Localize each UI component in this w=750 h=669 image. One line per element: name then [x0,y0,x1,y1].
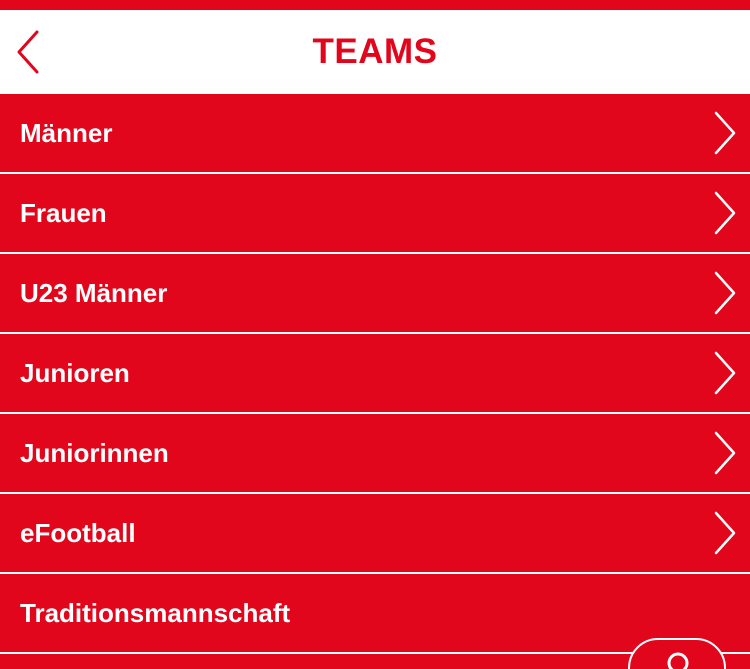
teams-screen: TEAMS Männer Frauen U23 Männer Junioren [0,0,750,669]
chevron-right-icon [714,271,736,315]
team-item-frauen[interactable]: Frauen [0,174,750,254]
team-item-label: Frauen [20,197,107,228]
chevron-right-icon [714,431,736,475]
page-title: TEAMS [312,32,438,71]
team-item-label: Traditionsmannschaft [20,597,291,628]
search-icon [667,652,689,669]
team-item-label: U23 Männer [20,277,168,308]
header-bar: TEAMS [0,10,750,94]
team-item-traditionsmannschaft[interactable]: Traditionsmannschaft [0,574,750,654]
chevron-left-icon [17,30,39,74]
team-item-label: Männer [20,117,113,148]
chevron-right-icon [714,511,736,555]
chevron-right-icon [714,191,736,235]
team-item-junioren[interactable]: Junioren [0,334,750,414]
chevron-right-icon [714,351,736,395]
team-item-label: Junioren [20,357,130,388]
team-item-juniorinnen[interactable]: Juniorinnen [0,414,750,494]
search-button[interactable] [628,638,726,669]
team-item-efootball[interactable]: eFootball [0,494,750,574]
chevron-right-icon [714,111,736,155]
back-button[interactable] [8,24,48,80]
team-item-maenner[interactable]: Männer [0,94,750,174]
team-item-u23-maenner[interactable]: U23 Männer [0,254,750,334]
team-list: Männer Frauen U23 Männer Junioren Junior… [0,94,750,654]
team-item-label: Juniorinnen [20,437,169,468]
team-item-label: eFootball [20,517,136,548]
status-strip [0,0,750,10]
